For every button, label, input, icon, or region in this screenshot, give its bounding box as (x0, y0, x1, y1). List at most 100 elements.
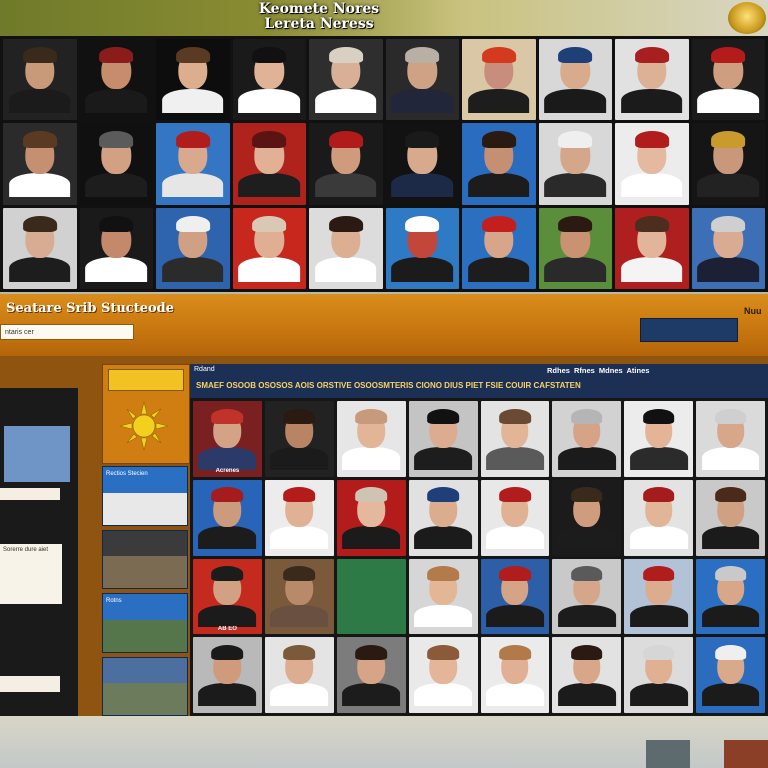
portrait-body (8, 88, 71, 114)
portrait-tile[interactable] (79, 123, 153, 205)
portrait-tile[interactable] (3, 207, 77, 289)
portrait-tile[interactable] (408, 401, 478, 477)
portrait-body (620, 257, 683, 282)
side-list-item-image (103, 556, 187, 588)
portrait-tile[interactable] (552, 558, 622, 635)
portrait-hair (570, 408, 603, 424)
portrait-tile[interactable] (480, 558, 550, 635)
portrait-tile[interactable] (462, 207, 536, 289)
portrait-tile[interactable] (193, 637, 262, 713)
portrait-tile[interactable] (696, 637, 765, 713)
portrait-tile[interactable] (3, 39, 77, 121)
portrait-tile[interactable] (79, 39, 153, 121)
portrait-tile[interactable] (3, 123, 77, 205)
portrait-hair (283, 487, 316, 503)
section-right-label[interactable]: Nuu (744, 306, 762, 316)
portrait-tile[interactable] (264, 479, 334, 556)
portrait-tile[interactable] (309, 39, 383, 121)
portrait-tile[interactable]: AB EO (193, 558, 262, 635)
portrait-tile[interactable] (691, 123, 765, 205)
portrait-tile[interactable] (232, 39, 306, 121)
portrait-tile[interactable] (624, 558, 694, 635)
left-sidebar-thumbnail[interactable] (4, 426, 70, 482)
portrait-tile[interactable] (462, 123, 536, 205)
portrait-tile[interactable] (264, 637, 334, 713)
bottom-thumbnail[interactable] (646, 740, 690, 768)
section-field[interactable]: ntaris cer (0, 324, 134, 340)
portrait-tile[interactable] (309, 123, 383, 205)
portrait-tile[interactable] (615, 39, 689, 121)
portrait-tile[interactable] (615, 123, 689, 205)
portrait-tile[interactable] (336, 401, 406, 477)
portrait-tile[interactable] (552, 637, 622, 713)
site-title[interactable]: Keomete Nores Lereta Neress (244, 2, 394, 32)
portrait-tile[interactable] (462, 39, 536, 121)
portrait-tile[interactable] (193, 479, 262, 556)
portrait-tile[interactable] (79, 207, 153, 289)
portrait-body (198, 525, 257, 549)
portrait-tile[interactable] (696, 479, 765, 556)
portrait-tile[interactable] (336, 558, 406, 635)
portrait-hair (714, 408, 747, 424)
portrait-hair (427, 566, 459, 582)
portrait-tile[interactable] (336, 479, 406, 556)
portrait-tile[interactable] (615, 207, 689, 289)
portrait-tile[interactable] (552, 479, 622, 556)
logo-label[interactable] (108, 369, 184, 391)
portrait-tile[interactable] (696, 558, 765, 635)
portrait-tile[interactable] (264, 558, 334, 635)
portrait-tile[interactable] (552, 401, 622, 477)
portrait-tile[interactable] (156, 39, 230, 121)
portrait-tile[interactable] (156, 123, 230, 205)
portrait-tile[interactable] (336, 637, 406, 713)
left-sidebar-card[interactable] (0, 488, 60, 500)
portrait-hair (283, 408, 316, 424)
side-list-item-image (103, 683, 187, 715)
portrait-tile[interactable] (538, 207, 612, 289)
side-list-item[interactable]: Rotns (102, 593, 188, 653)
portrait-tile[interactable] (264, 401, 334, 477)
portrait-tile[interactable] (696, 401, 765, 477)
portrait-hair (99, 215, 134, 233)
bottom-thumbnail[interactable] (724, 740, 768, 768)
portrait-body (342, 683, 401, 707)
left-sidebar-card[interactable] (0, 676, 60, 692)
portrait-tile[interactable] (385, 207, 459, 289)
portrait-tile[interactable] (538, 39, 612, 121)
side-list-item[interactable]: Rectios Stecien (102, 466, 188, 526)
portrait-body (342, 447, 401, 470)
portrait-tile[interactable] (408, 558, 478, 635)
portrait-hair (22, 131, 57, 148)
portrait-body (697, 88, 760, 114)
portrait-tile[interactable] (408, 637, 478, 713)
portrait-hair (99, 131, 134, 148)
side-list-item[interactable] (102, 656, 188, 716)
portrait-tile[interactable] (309, 207, 383, 289)
portrait-tile[interactable] (156, 207, 230, 289)
portrait-hair (252, 215, 287, 233)
portrait-tile[interactable] (624, 479, 694, 556)
portrait-hair (642, 487, 675, 503)
portrait-tile[interactable] (691, 39, 765, 121)
left-sidebar-card-text[interactable]: Sorerre dure aiet (0, 544, 62, 604)
side-list-item[interactable] (102, 529, 188, 589)
portrait-hair (642, 644, 675, 660)
portrait-tile[interactable] (624, 401, 694, 477)
portrait-body (557, 604, 616, 628)
portrait-tile[interactable] (691, 207, 765, 289)
portrait-tile[interactable] (385, 39, 459, 121)
lower-header-tabs[interactable]: Rdhes Rfnes Mdnes Atines (547, 366, 649, 375)
section-button[interactable] (640, 318, 738, 342)
portrait-tile[interactable] (538, 123, 612, 205)
portrait-tile[interactable] (232, 207, 306, 289)
portrait-tile[interactable] (232, 123, 306, 205)
portrait-tile[interactable] (624, 637, 694, 713)
portrait-body (414, 604, 472, 628)
portrait-tile[interactable] (385, 123, 459, 205)
portrait-tile[interactable]: Acrenes (193, 401, 262, 477)
portrait-tile[interactable] (480, 637, 550, 713)
portrait-tile[interactable] (480, 479, 550, 556)
portrait-tile[interactable] (480, 401, 550, 477)
portrait-tile[interactable] (408, 479, 478, 556)
portrait-body (486, 604, 544, 628)
